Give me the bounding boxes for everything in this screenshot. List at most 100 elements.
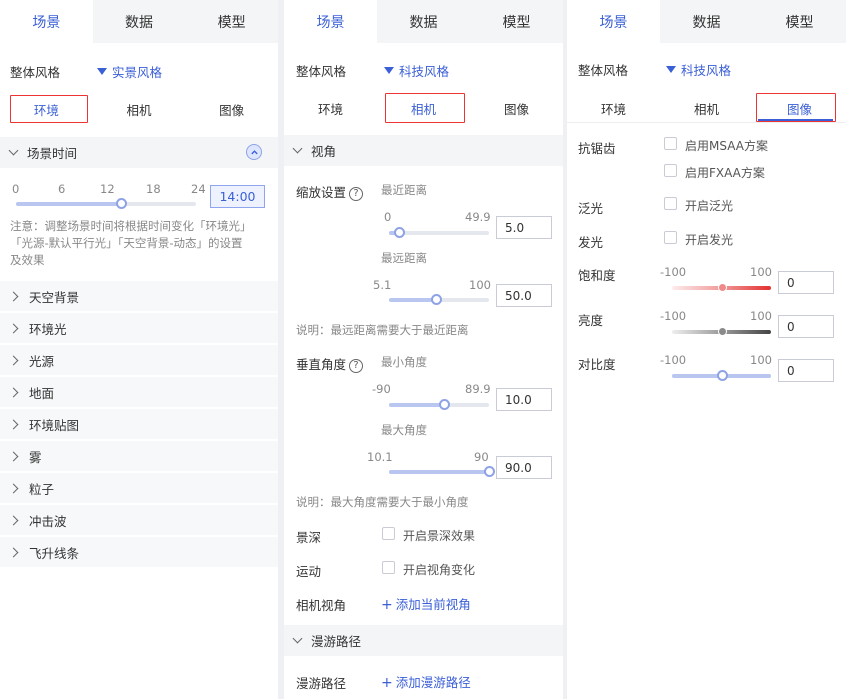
subtab-camera[interactable]: 相机 [93,95,186,123]
list-item-ambient[interactable]: 环境光 [0,312,278,343]
chevron-right-icon [8,387,19,397]
chevron-right-icon [8,451,19,461]
slider-thumb[interactable] [716,370,728,381]
bloom-checkbox[interactable] [664,197,677,210]
max-angle-input[interactable]: 90.0 [496,456,552,479]
subtab-environment[interactable]: 环境 [567,94,660,122]
time-input[interactable]: 14:00 [210,185,265,208]
list-item-shockwave[interactable]: 冲击波 [0,504,278,535]
add-camera-view-text: 添加当前视角 [395,597,471,612]
collapse-up-icon[interactable] [246,144,262,160]
list-item-particles[interactable]: 粒子 [0,472,278,503]
saturation-slider[interactable] [672,283,771,292]
style-value: 科技风格 [681,63,732,78]
note-line: 「光源-默认平行光」「天空背景-动态」的设置 [10,236,243,250]
plus-icon: + [381,597,393,613]
list-item-light[interactable]: 光源 [0,344,278,375]
motion-checkbox[interactable] [382,561,395,574]
brightness-input[interactable]: 0 [778,315,834,338]
near-label: 最近距离 [381,183,427,197]
tab-model[interactable]: 模型 [753,0,846,43]
tick-label: 0 [12,182,20,196]
vertical-angle-label: 垂直角度? [296,354,364,373]
saturation-label: 饱和度 [578,268,616,283]
tab-scene[interactable]: 场景 [567,0,660,43]
slider-thumb[interactable] [394,227,405,238]
list-item-sky[interactable]: 天空背景 [0,280,278,311]
brightness-slider[interactable] [672,327,771,336]
max-angle-min: 10.1 [367,450,393,464]
list-item-envmap[interactable]: 环境贴图 [0,408,278,439]
list-item-label: 环境光 [29,321,67,337]
vertical-angle-text: 垂直角度 [296,357,347,372]
max-angle-max: 90 [474,450,489,464]
far-label: 最远距离 [381,251,427,265]
style-select[interactable]: 实景风格 [97,62,162,81]
help-icon[interactable]: ? [349,358,364,373]
subtab-environment[interactable]: 环境 [284,94,377,122]
max-angle-label: 最大角度 [381,423,427,437]
glow-checkbox[interactable] [664,231,677,244]
add-camera-view-button[interactable]: + 添加当前视角 [381,594,471,613]
far-slider[interactable] [389,294,489,305]
list-item-label: 地面 [29,385,55,401]
msaa-checkbox[interactable] [664,137,677,150]
section-roaming-path[interactable]: 漫游路径 [284,625,563,656]
msaa-label: 启用MSAA方案 [685,139,768,153]
near-slider[interactable] [389,227,489,238]
slider-thumb[interactable] [439,399,450,410]
tick-label: 24 [191,182,206,196]
list-item-ground[interactable]: 地面 [0,376,278,407]
chevron-right-icon [8,323,19,333]
chevron-right-icon [8,547,19,557]
tab-model[interactable]: 模型 [185,0,278,43]
min-angle-slider[interactable] [389,399,489,410]
slider-thumb[interactable] [484,466,495,477]
highlight-box [10,95,88,123]
style-select[interactable]: 科技风格 [384,61,449,80]
highlight-box [756,93,836,122]
subtab-image[interactable]: 图像 [470,94,563,122]
help-icon[interactable]: ? [349,186,364,201]
dof-checkbox[interactable] [382,527,395,540]
tab-scene[interactable]: 场景 [0,0,93,43]
near-input[interactable]: 5.0 [496,216,552,239]
far-input[interactable]: 50.0 [496,284,552,307]
range-min: -100 [660,309,687,323]
fxaa-checkbox[interactable] [664,164,677,177]
contrast-slider[interactable] [672,370,771,381]
slider-thumb[interactable] [115,198,127,209]
style-label: 整体风格 [10,65,61,80]
tab-model[interactable]: 模型 [470,0,563,43]
caret-down-icon [97,68,107,75]
add-roaming-path-button[interactable]: + 添加漫游路径 [381,672,471,691]
slider-thumb[interactable] [717,327,727,336]
style-select[interactable]: 科技风格 [666,60,731,79]
min-angle-input[interactable]: 10.0 [496,388,552,411]
list-item-flylines[interactable]: 飞升线条 [0,536,278,567]
motion-check-label: 开启视角变化 [403,563,476,577]
slider-thumb[interactable] [431,294,442,305]
contrast-input[interactable]: 0 [778,359,834,382]
subtab-camera[interactable]: 相机 [660,94,753,122]
list-item-label: 粒子 [29,481,55,497]
tab-data[interactable]: 数据 [660,0,753,43]
list-item-label: 环境贴图 [29,417,80,433]
max-angle-slider[interactable] [389,466,495,477]
chevron-down-icon [292,633,303,644]
note-line: 及效果 [10,253,45,267]
chevron-down-icon [292,143,303,154]
slider-thumb[interactable] [717,283,727,292]
min-angle-label: 最小角度 [381,355,427,369]
dof-check-label: 开启景深效果 [403,529,476,543]
tab-data[interactable]: 数据 [92,0,186,43]
tab-scene[interactable]: 场景 [284,0,377,43]
saturation-input[interactable]: 0 [778,271,834,294]
tick-label: 18 [146,182,161,196]
time-slider[interactable] [16,198,196,209]
tab-data[interactable]: 数据 [377,0,470,43]
subtab-image[interactable]: 图像 [185,95,278,123]
section-view[interactable]: 视角 [284,135,563,166]
section-scene-time[interactable]: 场景时间 [0,137,278,168]
list-item-fog[interactable]: 雾 [0,440,278,471]
